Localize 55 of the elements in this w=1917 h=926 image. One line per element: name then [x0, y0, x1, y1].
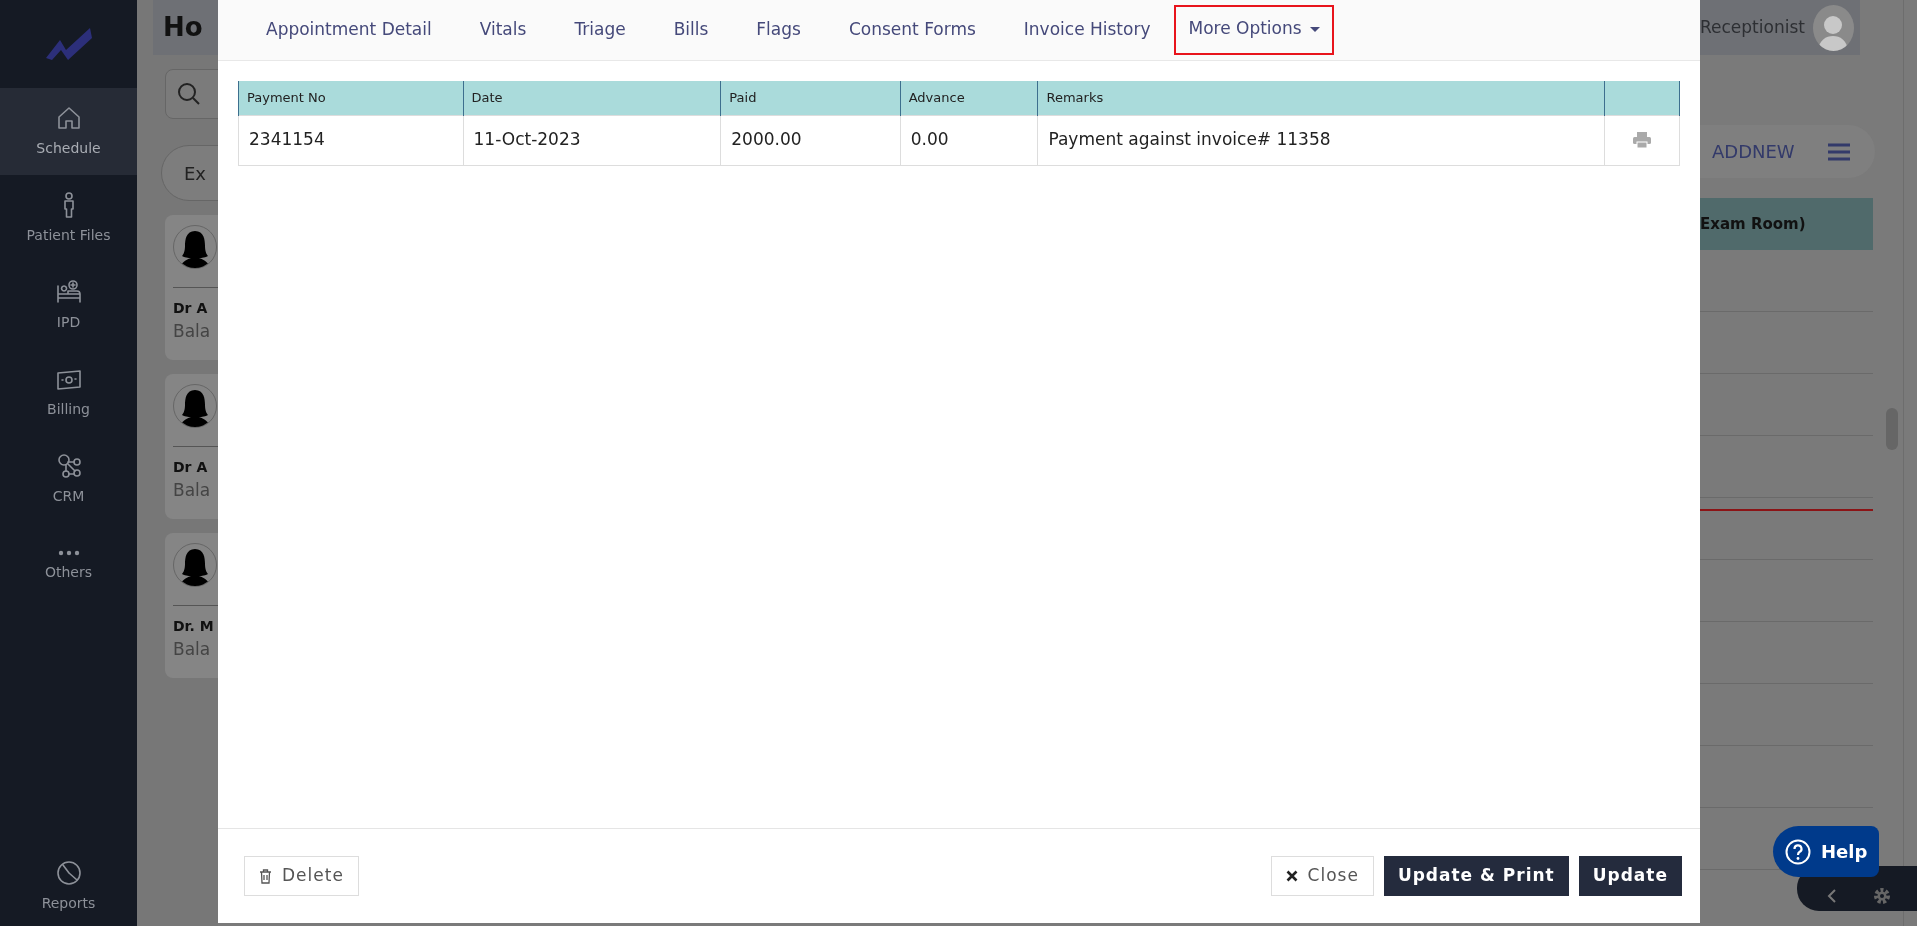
sidebar-item[interactable]: Billing: [0, 349, 137, 436]
logo-icon: [43, 26, 94, 62]
search-icon: [176, 81, 202, 107]
column-header: Advance: [900, 81, 1038, 115]
tab[interactable]: Bills: [649, 9, 733, 51]
doctor-name: Dr. M: [173, 617, 215, 636]
print-icon[interactable]: [1633, 132, 1652, 149]
table-cell: 0.00: [900, 115, 1038, 165]
settings-icon[interactable]: [1873, 886, 1891, 905]
update-button[interactable]: Update: [1578, 856, 1682, 896]
table-cell: 11-Oct-2023: [463, 115, 721, 165]
trash-icon: [259, 868, 272, 884]
sidebar-item[interactable]: Reports: [0, 846, 137, 926]
sidebar-item[interactable]: Schedule: [0, 88, 137, 175]
page-title: Ho: [163, 11, 203, 44]
help-button[interactable]: Help: [1773, 826, 1879, 877]
sidebar-item[interactable]: CRM: [0, 436, 137, 523]
doctor-name: Dr A: [173, 299, 209, 318]
column-header: Payment No: [238, 81, 463, 115]
chevron-left-icon[interactable]: [1827, 888, 1837, 903]
tab[interactable]: Triage: [550, 9, 650, 51]
question-icon: [1785, 838, 1811, 865]
column-header: Date: [463, 81, 721, 115]
tab[interactable]: Vitals: [455, 9, 551, 51]
caret-icon: [1309, 26, 1320, 32]
column-header: Exam Room): [1700, 213, 1806, 235]
table-cell: 2341154: [238, 115, 463, 165]
doctor-card[interactable]: Dr A Bala: [165, 215, 218, 360]
table-cell: 2000.00: [720, 115, 901, 165]
column-header: Remarks: [1037, 81, 1605, 115]
doctor-subtitle: Bala: [173, 638, 212, 661]
tab[interactable]: Consent Forms: [824, 9, 1000, 51]
doctor-name: Dr A: [173, 458, 209, 477]
table-cell: Payment against invoice# 11358: [1037, 115, 1605, 165]
bed-icon: [54, 278, 83, 306]
menu-icon[interactable]: [1827, 143, 1851, 161]
close-button[interactable]: Close: [1270, 856, 1374, 896]
doctor-subtitle: Bala: [173, 479, 212, 502]
doctor-card[interactable]: Dr. M Bala: [165, 533, 218, 678]
doctor-card[interactable]: Dr A Bala: [165, 374, 218, 519]
tab[interactable]: Invoice History: [999, 9, 1175, 51]
doctor-subtitle: Bala: [173, 320, 212, 343]
sidebar-item[interactable]: IPD: [0, 262, 137, 349]
close-icon: [1285, 870, 1298, 882]
filter-chip[interactable]: Ex: [161, 145, 218, 201]
sidebar-item[interactable]: Others: [0, 523, 137, 610]
column-header: Paid: [720, 81, 901, 115]
update-print-button[interactable]: Update & Print: [1383, 856, 1569, 896]
sidebar-item[interactable]: Patient Files: [0, 175, 137, 262]
user-role: Receptionist: [1700, 15, 1805, 39]
tab[interactable]: Appointment Detail: [242, 9, 456, 51]
more-icon: [57, 550, 80, 556]
delete-button[interactable]: Delete: [244, 856, 359, 896]
more-options-dropdown[interactable]: More Options: [1174, 5, 1334, 55]
tab[interactable]: Flags: [732, 9, 825, 51]
